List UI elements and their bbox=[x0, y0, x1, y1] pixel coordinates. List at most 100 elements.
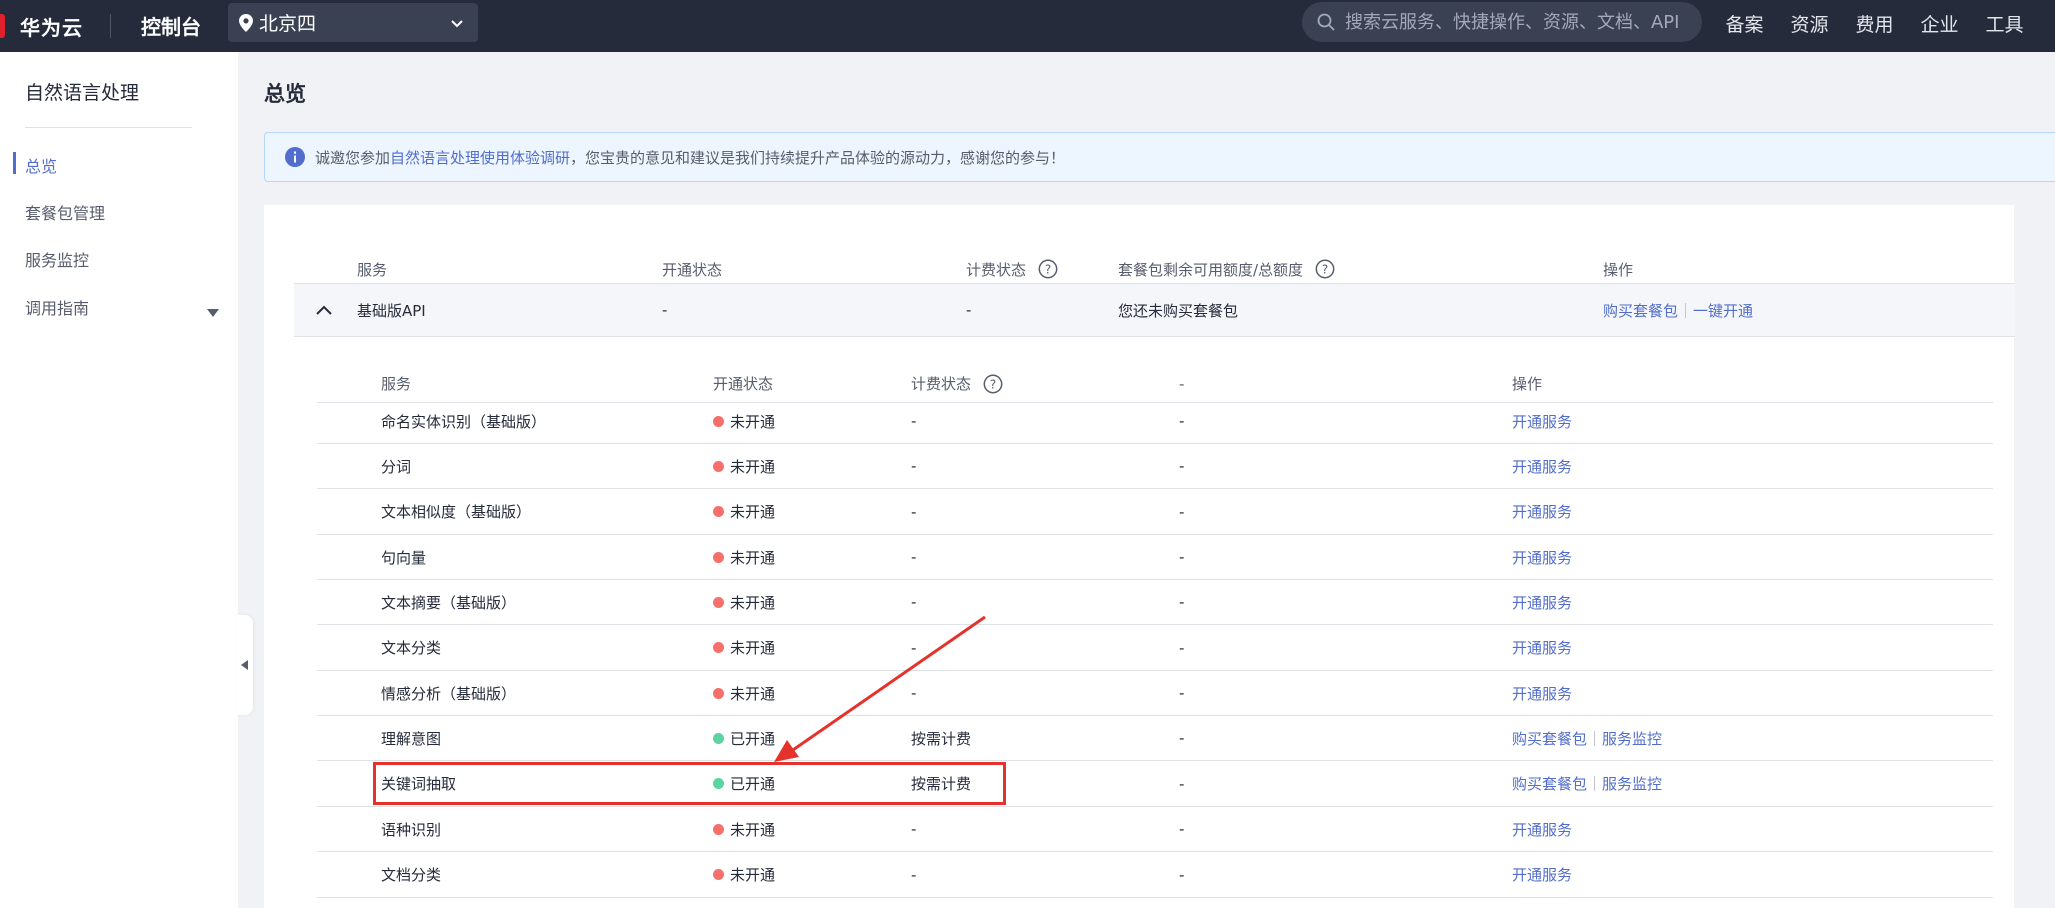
buy-package-link[interactable]: 购买套餐包 bbox=[1603, 300, 1678, 321]
actions-cell: 开通服务 bbox=[1512, 671, 1572, 715]
billing-cell: - bbox=[911, 457, 917, 476]
sidebar-item-service-monitoring[interactable]: 服务监控 bbox=[25, 247, 89, 271]
buy-package-link[interactable]: 购买套餐包 bbox=[1512, 728, 1587, 749]
topbar-divider bbox=[110, 14, 111, 38]
table-row: 文本摘要（基础版） 未开通 - - 开通服务 bbox=[317, 580, 1993, 626]
header-quota-label: 套餐包剩余可用额度/总额度 bbox=[1118, 260, 1304, 279]
service-name: 文本摘要（基础版） bbox=[381, 593, 517, 612]
status-dot-icon bbox=[713, 823, 724, 835]
help-icon[interactable]: ? bbox=[1315, 259, 1335, 279]
quota-cell: - bbox=[1179, 502, 1185, 521]
status-cell: 已开通 bbox=[713, 716, 775, 760]
status-cell: 未开通 bbox=[713, 580, 775, 624]
survey-link[interactable]: 自然语言处理使用体验调研 bbox=[390, 147, 570, 168]
service-monitoring-link[interactable]: 服务监控 bbox=[1602, 773, 1662, 794]
buy-package-link[interactable]: 购买套餐包 bbox=[1512, 773, 1587, 794]
link-separator bbox=[1594, 730, 1596, 746]
billing-cell: - bbox=[911, 593, 917, 612]
sidebar-item-overview[interactable]: 总览 bbox=[25, 153, 57, 177]
sidebar-divider bbox=[25, 127, 192, 128]
table-row: 情感分析（基础版） 未开通 - - 开通服务 bbox=[317, 671, 1993, 717]
quota-cell: - bbox=[1179, 548, 1185, 567]
basic-api-name: 基础版API bbox=[357, 301, 426, 320]
enable-service-link[interactable]: 开通服务 bbox=[1512, 637, 1572, 658]
huawei-logo-icon[interactable] bbox=[0, 14, 5, 38]
enable-service-link[interactable]: 开通服务 bbox=[1512, 819, 1572, 840]
quota-cell: - bbox=[1179, 412, 1185, 430]
status-text: 未开通 bbox=[730, 503, 776, 522]
region-label: 北京四 bbox=[259, 13, 317, 35]
caret-down-icon[interactable] bbox=[207, 302, 219, 321]
status-cell: 未开通 bbox=[713, 444, 775, 488]
status-text: 已开通 bbox=[730, 775, 776, 794]
svg-text:?: ? bbox=[990, 377, 996, 391]
active-indicator bbox=[13, 152, 16, 174]
help-icon[interactable]: ? bbox=[1038, 259, 1058, 279]
enable-service-link[interactable]: 开通服务 bbox=[1512, 683, 1572, 704]
search-icon bbox=[1317, 13, 1335, 31]
quota-cell: - bbox=[1179, 865, 1185, 884]
table-row: 关键词抽取 已开通 按需计费 - 购买套餐包 服务监控 bbox=[317, 762, 1993, 807]
service-monitoring-link[interactable]: 服务监控 bbox=[1602, 728, 1662, 749]
status-cell: 未开通 bbox=[713, 671, 775, 715]
nav-resources[interactable]: 资源 bbox=[1777, 10, 1842, 37]
basic-api-status: - bbox=[662, 301, 668, 319]
status-cell: 未开通 bbox=[713, 807, 775, 851]
table-row: 文档分类 未开通 - - 开通服务 bbox=[317, 853, 1993, 898]
actions-cell: 开通服务 bbox=[1512, 444, 1572, 488]
nav-tools[interactable]: 工具 bbox=[1972, 10, 2037, 37]
enable-service-link[interactable]: 开通服务 bbox=[1512, 411, 1572, 432]
service-name: 句向量 bbox=[381, 548, 427, 567]
console-link[interactable]: 控制台 bbox=[141, 11, 201, 40]
nav-billing[interactable]: 费用 bbox=[1842, 10, 1907, 37]
collapse-chevron-up-icon[interactable] bbox=[316, 284, 332, 336]
enable-service-link[interactable]: 开通服务 bbox=[1512, 547, 1572, 568]
billing-cell: - bbox=[911, 412, 917, 430]
status-text: 未开通 bbox=[730, 639, 776, 658]
billing-cell: - bbox=[911, 638, 917, 657]
status-text: 未开通 bbox=[730, 593, 776, 612]
status-dot-icon bbox=[713, 596, 724, 608]
sidebar-item-package-management[interactable]: 套餐包管理 bbox=[25, 200, 105, 224]
status-cell: 已开通 bbox=[713, 762, 775, 806]
status-cell: 未开通 bbox=[713, 626, 775, 670]
quota-cell: - bbox=[1179, 820, 1185, 839]
service-overview-card: 服务 开通状态 计费状态 ? 套餐包剩余可用额度/总额度 ? 操作 基础版API… bbox=[264, 205, 2015, 908]
sidebar-collapse-handle[interactable] bbox=[236, 615, 253, 715]
status-text: 未开通 bbox=[730, 820, 776, 839]
basic-api-row[interactable]: 基础版API - - 您还未购买套餐包 购买套餐包 一键开通 bbox=[294, 283, 2015, 337]
billing-cell: 按需计费 bbox=[911, 729, 972, 748]
one-click-enable-link[interactable]: 一键开通 bbox=[1693, 300, 1753, 321]
region-select[interactable]: 北京四 bbox=[228, 3, 478, 42]
billing-cell: 按需计费 bbox=[911, 775, 972, 794]
quota-cell: - bbox=[1179, 774, 1185, 793]
quota-cell: - bbox=[1179, 684, 1185, 703]
page-title: 总览 bbox=[264, 82, 306, 106]
inner-header-quota: - bbox=[1179, 374, 1185, 393]
help-icon[interactable]: ? bbox=[983, 374, 1003, 394]
status-text: 未开通 bbox=[730, 457, 776, 476]
nav-enterprise[interactable]: 企业 bbox=[1907, 10, 1972, 37]
nav-beian[interactable]: 备案 bbox=[1712, 10, 1777, 37]
table-row: 文本相似度（基础版） 未开通 - - 开通服务 bbox=[317, 490, 1993, 535]
sidebar-item-call-guide[interactable]: 调用指南 bbox=[25, 295, 89, 319]
brand-name[interactable]: 华为云 bbox=[20, 12, 83, 41]
enable-service-link[interactable]: 开通服务 bbox=[1512, 456, 1572, 477]
inner-table-header: 服务 开通状态 计费状态 ? - 操作 bbox=[317, 365, 1993, 403]
search-input[interactable] bbox=[1345, 11, 1685, 33]
service-name: 分词 bbox=[381, 457, 412, 476]
actions-cell: 开通服务 bbox=[1512, 580, 1572, 624]
info-icon bbox=[285, 147, 305, 167]
enable-service-link[interactable]: 开通服务 bbox=[1512, 864, 1572, 885]
inner-header-service: 服务 bbox=[381, 375, 412, 393]
link-separator bbox=[1685, 302, 1687, 318]
enable-service-link[interactable]: 开通服务 bbox=[1512, 501, 1572, 522]
enable-service-link[interactable]: 开通服务 bbox=[1512, 592, 1572, 613]
actions-cell: 开通服务 bbox=[1512, 626, 1572, 670]
status-dot-icon bbox=[713, 869, 724, 880]
billing-cell: - bbox=[911, 820, 917, 839]
service-name: 文本分类 bbox=[381, 639, 442, 658]
status-dot-icon bbox=[713, 778, 724, 790]
global-search[interactable] bbox=[1302, 2, 1702, 42]
status-dot-icon bbox=[713, 642, 724, 654]
